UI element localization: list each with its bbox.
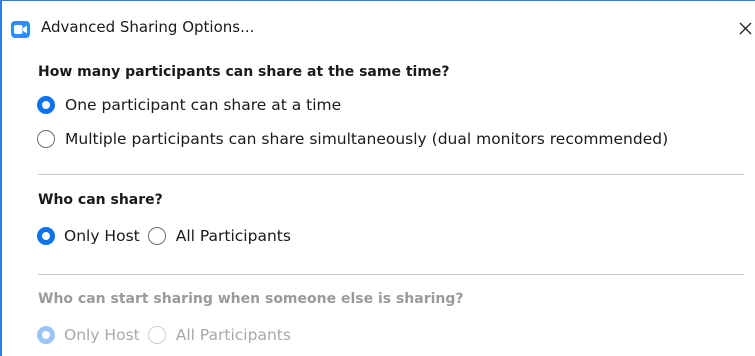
advanced-sharing-dialog: Advanced Sharing Options... How many par… xyxy=(0,0,755,356)
radio-label-multiple-participants[interactable]: Multiple participants can share simultan… xyxy=(65,130,668,148)
section-divider xyxy=(38,174,744,175)
radio-label-all-participants-disabled: All Participants xyxy=(175,326,291,344)
radio-option-one-participant[interactable]: One participant can share at a time xyxy=(37,94,341,116)
radio-label-all-participants[interactable]: All Participants xyxy=(176,227,291,245)
radio-button-only-host[interactable] xyxy=(37,227,55,245)
radio-label-only-host[interactable]: Only Host xyxy=(64,227,140,245)
close-icon xyxy=(739,22,752,35)
section-divider xyxy=(38,274,744,275)
section-title-sharing-while-sharing: Who can start sharing when someone else … xyxy=(38,291,464,307)
radio-label-one-participant[interactable]: One participant can share at a time xyxy=(65,96,341,114)
radio-group-who-can-share: Only Host All Participants xyxy=(37,225,291,247)
radio-button-multiple-participants[interactable] xyxy=(37,130,55,148)
title-bar: Advanced Sharing Options... xyxy=(2,1,755,46)
zoom-app-icon xyxy=(11,21,30,38)
radio-label-only-host-disabled: Only Host xyxy=(64,326,140,344)
section-title-share-count: How many participants can share at the s… xyxy=(38,64,450,80)
window-title: Advanced Sharing Options... xyxy=(41,18,255,36)
section-title-who-can-share: Who can share? xyxy=(38,192,163,208)
radio-button-one-participant[interactable] xyxy=(37,96,55,114)
radio-group-sharing-while-sharing: Only Host All Participants xyxy=(37,324,291,346)
radio-button-all-participants-disabled xyxy=(147,326,166,344)
close-button[interactable] xyxy=(732,15,755,41)
radio-button-only-host-disabled xyxy=(37,326,55,344)
radio-option-multiple-participants[interactable]: Multiple participants can share simultan… xyxy=(37,128,668,150)
radio-button-all-participants[interactable] xyxy=(147,227,166,245)
